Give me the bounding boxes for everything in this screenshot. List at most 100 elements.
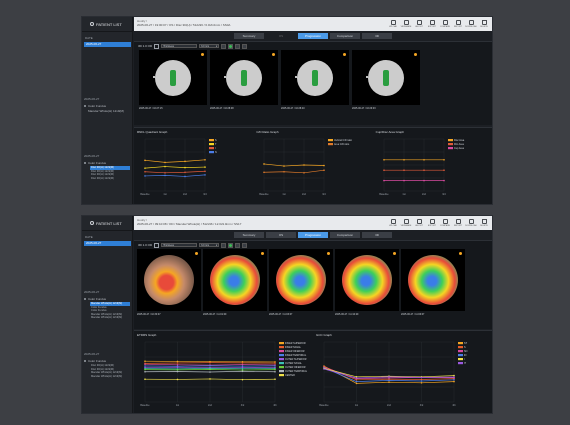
chevron-down-icon: ▾	[215, 44, 218, 48]
scan-group: 2025-06-27 Color Fundus Disc 3D(H) 12x9(…	[84, 352, 130, 378]
thumbnail[interactable]: 2025-06-27 / 11:06:07	[401, 249, 465, 316]
thumbnail[interactable]: 2025-06-27 / 11:03:07	[269, 249, 333, 316]
viewhare-button[interactable]: VIEWHARE	[400, 217, 412, 229]
tab-os[interactable]: OS	[266, 32, 296, 39]
compare-button[interactable]: COMPARE	[439, 18, 451, 30]
legend-swatch	[447, 143, 453, 146]
thumbnail[interactable]: 2025-06-27 / 10:30:07	[137, 249, 201, 316]
chart-panel: ETDRS Graph INNER SUPERIOR INNER NASAL INN…	[134, 330, 492, 413]
tool-label: EXPORT	[427, 26, 437, 28]
data-point	[144, 167, 146, 169]
record-button[interactable]	[228, 242, 234, 248]
checkbox[interactable]	[154, 43, 160, 49]
upload-button[interactable]: UPLOAD	[387, 18, 399, 30]
export-button[interactable]: EXPORT	[426, 18, 438, 30]
legend-label: INNER TEMPORAL	[285, 354, 307, 357]
delete-button[interactable]: DELETE	[478, 217, 490, 229]
chart-svg: Vertical C/D ratioArea C/D ratio Baseline…	[260, 138, 353, 196]
layout-button[interactable]: LAYOUT	[413, 18, 425, 30]
tool-label: REPORT	[453, 26, 463, 28]
grid-button[interactable]	[221, 242, 227, 248]
date-item-selected[interactable]: 2025-06-27	[84, 42, 131, 47]
group-date: 2025-06-27	[84, 97, 100, 101]
data-point	[263, 163, 266, 165]
size-select[interactable]: 6.0 mm ▾	[199, 44, 220, 48]
image-toggle-button[interactable]	[242, 242, 248, 248]
layout-toggle-button[interactable]	[235, 43, 241, 49]
tab-os[interactable]: OS	[266, 231, 296, 238]
tab-progression[interactable]: Progression	[298, 32, 328, 39]
tab-comparison[interactable]: Comparison	[330, 231, 360, 238]
patient-list-header[interactable]: PATIENT LIST	[82, 216, 132, 231]
category-item[interactable]: Color Fundus	[84, 359, 130, 363]
viewhare-button[interactable]: VIEWHARE	[400, 18, 412, 30]
fundus-image	[281, 50, 349, 105]
date-item-selected[interactable]: 2025-06-27	[84, 241, 131, 246]
layout-button[interactable]: LAYOUT	[413, 217, 425, 229]
data-point	[144, 368, 146, 371]
layout-toggle-button[interactable]	[235, 242, 241, 248]
thumbnail-caption: 2025-06-27 / 16:28:08	[210, 107, 234, 110]
checkbox[interactable]	[154, 242, 160, 248]
map-type-select[interactable]: Thickness	[161, 44, 198, 48]
legend-swatch	[209, 151, 214, 154]
legend-label: ST	[464, 342, 468, 345]
report-button[interactable]: REPORT	[452, 18, 464, 30]
category-label: Color Fundus	[88, 104, 107, 108]
size-select[interactable]: 6.0 mm ▾	[199, 243, 220, 247]
scan-item[interactable]: Macular Whole(H) 12x9(M)	[90, 375, 130, 379]
legend-swatch	[328, 143, 334, 146]
x-tick-label: 2nd	[302, 193, 307, 196]
scan-item[interactable]: Macular Whole(H) 12x9(M)	[90, 316, 130, 320]
legend-swatch	[458, 342, 463, 345]
legend-label: OUTER TEMPORAL	[285, 370, 307, 373]
tab-comparison[interactable]: Comparison	[330, 32, 360, 39]
scan-item[interactable]: Disc 3D(H) 12x9(M)	[90, 177, 130, 181]
data-point	[453, 374, 455, 377]
record-button[interactable]	[228, 43, 234, 49]
category-item[interactable]: Color Fundus	[84, 104, 130, 108]
tool-label: VIEWHARE	[400, 26, 412, 28]
chart-svg: STIN Baseline 1st 2nd 3rd	[140, 138, 217, 196]
thumbnail[interactable]: 2025-06-27 / 11:01:09	[203, 249, 267, 316]
upload-icon	[390, 20, 396, 25]
download-button[interactable]: DOWNLOAD	[465, 217, 477, 229]
tab-summary[interactable]: Summary	[234, 231, 264, 238]
export-button[interactable]: EXPORT	[426, 217, 438, 229]
download-button[interactable]: DOWNLOAD	[465, 18, 477, 30]
data-point	[144, 159, 146, 162]
category-item[interactable]: Color Fundus	[84, 161, 130, 165]
image-toggle-button[interactable]	[242, 43, 248, 49]
tab-3d[interactable]: 3D	[362, 231, 392, 238]
patient-list-header[interactable]: PATIENT LIST	[82, 17, 132, 32]
marker-icon	[414, 53, 417, 56]
data-point	[355, 377, 358, 379]
thumbnail[interactable]: 2025-06-27 / 16:29:03	[352, 50, 420, 110]
thumbnail[interactable]: 2025-06-27 / 11:10:29	[335, 249, 399, 316]
compare-button[interactable]: COMPARE	[439, 217, 451, 229]
data-point	[176, 369, 179, 371]
tab-progression[interactable]: Progression	[298, 231, 328, 238]
upload-button[interactable]: UPLOAD	[387, 217, 399, 229]
map-type-select[interactable]: Thickness	[161, 243, 198, 247]
disc-progression-window: PATIENT LIST DATE 2025-06-27 2025-06-27 …	[81, 16, 493, 205]
legend-swatch	[279, 370, 284, 373]
image-panel-bar: 3D 1.0 OD Thickness 6.0 mm ▾	[134, 42, 492, 50]
tab-summary[interactable]: Summary	[234, 32, 264, 39]
legend-label: INNER INFERIOR	[285, 350, 305, 353]
fundus-image	[210, 50, 278, 105]
panel-label: 3D 1.0 OD	[138, 44, 153, 48]
category-item[interactable]: Color Fundus	[84, 297, 130, 301]
thumbnail[interactable]: 2025-06-27 / 16:27:15	[139, 50, 207, 110]
tab-3d[interactable]: 3D	[362, 32, 392, 39]
thumbnail[interactable]: 2025-06-27 / 16:28:40	[281, 50, 349, 110]
category-item[interactable]: Macular Whole(H) 12x9(M)	[84, 109, 130, 113]
chart-svg: INNER SUPERIORINNER NASALINNER INFERIORI…	[140, 341, 307, 407]
thumbnail[interactable]: 2025-06-27 / 16:28:08	[210, 50, 278, 110]
report-button[interactable]: REPORT	[452, 217, 464, 229]
bullet-icon	[84, 360, 86, 362]
legend-swatch	[447, 139, 453, 142]
grid-button[interactable]	[221, 43, 227, 49]
delete-button[interactable]: DELETE	[478, 18, 490, 30]
chart-title: RNFL Quadrant Graph	[137, 130, 168, 134]
